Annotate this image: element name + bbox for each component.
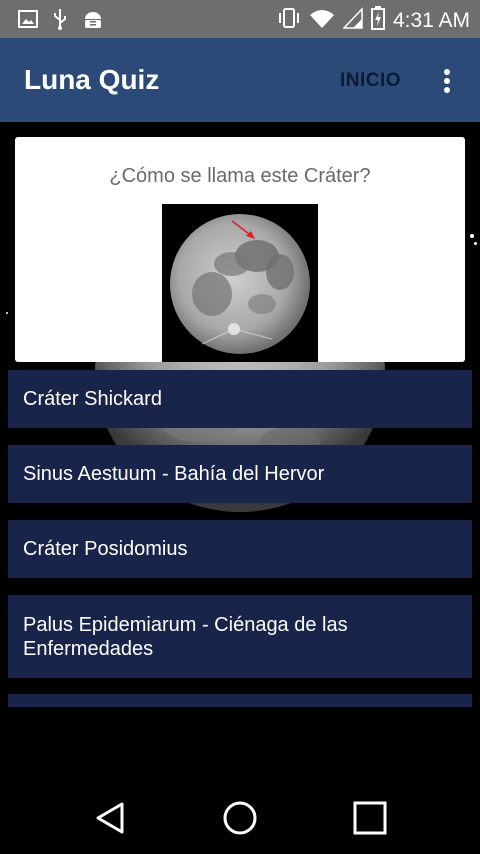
app-title: Luna Quiz — [24, 64, 160, 95]
vibrate-icon — [277, 7, 301, 34]
question-card: ¿Cómo se llama este Cráter? — [15, 137, 465, 362]
answer-option-4[interactable]: Palus Epidemiarum - Ciénaga de las Enfer… — [8, 595, 472, 678]
quiz-content: ¿Cómo se llama este Cráter? Cráter Shick… — [0, 122, 480, 768]
answer-option-1[interactable]: Cráter Shickard — [8, 370, 472, 428]
app-bar: Luna Quiz INICIO — [0, 38, 480, 122]
answer-option-2[interactable]: Sinus Aestuum - Bahía del Hervor — [8, 445, 472, 503]
answer-label: Sinus Aestuum - Bahía del Hervor — [23, 463, 325, 485]
signal-icon — [342, 7, 363, 34]
more-vert-icon[interactable] — [432, 66, 462, 96]
navigation-bar — [0, 768, 480, 854]
back-icon[interactable] — [90, 798, 130, 838]
question-text: ¿Cómo se llama este Cráter? — [109, 165, 371, 187]
answer-label: Cráter Shickard — [23, 388, 162, 410]
android-debug-icon — [82, 9, 104, 34]
usb-icon — [52, 8, 68, 35]
answer-label: Cráter Posidomius — [23, 538, 188, 560]
status-time: 4:31 AM — [392, 8, 470, 32]
answer-option-5[interactable] — [8, 694, 472, 707]
recents-icon[interactable] — [350, 798, 390, 838]
inicio-button[interactable]: INICIO — [340, 70, 401, 92]
moon-crater-image — [162, 204, 318, 362]
battery-icon — [370, 6, 385, 35]
wifi-icon — [309, 7, 335, 34]
home-icon[interactable] — [220, 798, 260, 838]
image-icon — [18, 9, 38, 34]
answer-option-3[interactable]: Cráter Posidomius — [8, 520, 472, 578]
answer-label: Palus Epidemiarum - Ciénaga de las Enfer… — [23, 613, 348, 660]
status-bar: 4:31 AM — [0, 0, 480, 38]
